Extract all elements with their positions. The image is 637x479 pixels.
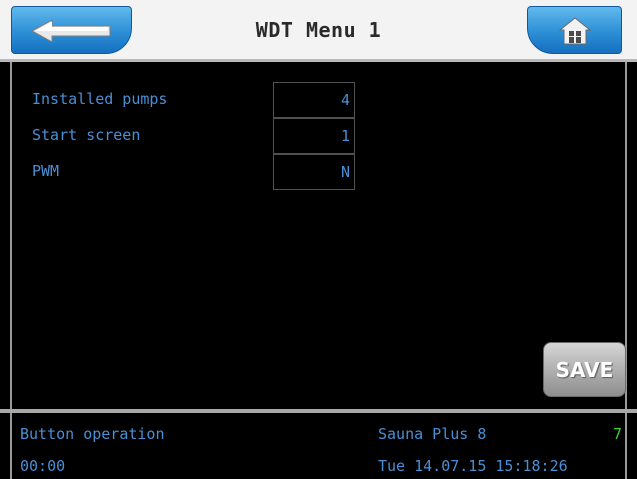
time-counter: 00:00: [20, 457, 66, 475]
frame-divider: [625, 413, 627, 479]
date-time: Tue 14.07.15 15:18:26: [378, 457, 568, 475]
setting-row-pwm: PWM N: [12, 154, 412, 190]
setting-row-start-screen: Start screen 1: [12, 118, 412, 154]
device-screen: WDT Menu 1 Installed pumps 4 Start scree…: [0, 0, 637, 479]
pwm-field[interactable]: N: [273, 154, 355, 190]
installed-pumps-field[interactable]: 4: [273, 82, 355, 118]
setting-row-installed-pumps: Installed pumps 4: [12, 82, 412, 118]
status-bar: Button operation 00:00 Sauna Plus 8 7 Tu…: [0, 409, 637, 479]
setting-label: Installed pumps: [32, 90, 168, 108]
setting-label: PWM: [32, 162, 60, 180]
frame-divider: [10, 413, 12, 479]
settings-panel: Installed pumps 4 Start screen 1 PWM N S…: [10, 62, 627, 409]
setting-label: Start screen: [32, 126, 141, 144]
header-bar: WDT Menu 1: [0, 0, 637, 62]
save-button[interactable]: SAVE: [543, 342, 626, 397]
home-icon: [558, 17, 592, 45]
product-name: Sauna Plus 8: [378, 425, 487, 443]
status-code: 7: [613, 425, 623, 443]
start-screen-field[interactable]: 1: [273, 118, 355, 154]
operation-mode: Button operation: [20, 425, 165, 443]
home-button[interactable]: [527, 6, 622, 54]
